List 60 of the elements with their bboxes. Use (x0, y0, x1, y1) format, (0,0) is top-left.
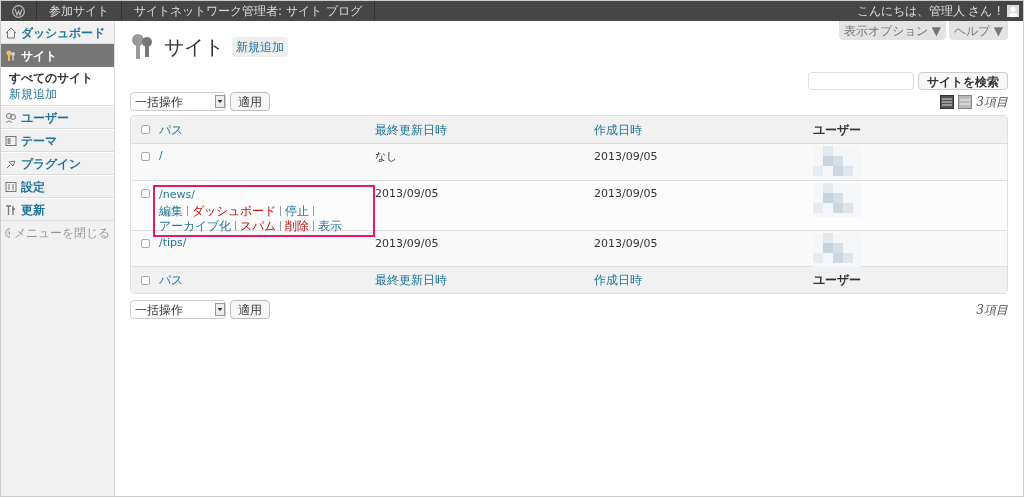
page-title: サイト (164, 34, 224, 61)
site-path-link[interactable]: /news/ (159, 187, 371, 204)
column-header: ユーザー (813, 122, 861, 137)
item-count: 3項目 (976, 93, 1008, 111)
row-action-link[interactable]: スパム (240, 218, 276, 234)
search-field[interactable] (808, 72, 914, 90)
table-cell: 2013/09/05 (375, 237, 439, 250)
column-header-link[interactable]: 作成日時 (594, 273, 642, 287)
people-icon (5, 111, 17, 124)
add-new-button[interactable]: 新規追加 (232, 37, 288, 57)
checkbox[interactable] (140, 275, 150, 285)
table-cell: なし (375, 150, 397, 163)
column-header-link[interactable]: 最終更新日時 (375, 273, 447, 287)
menu-item[interactable]: 更新 (1, 198, 114, 221)
row-action-link[interactable]: ダッシュボード (192, 203, 276, 219)
search-button[interactable]: サイトを検索 (918, 72, 1008, 90)
submenu-item[interactable]: すべてのサイト (1, 70, 114, 86)
checkbox[interactable] (140, 239, 150, 248)
logo-icon[interactable] (12, 4, 25, 18)
greeting-link[interactable]: こんにちは、管理人 さん ! (850, 2, 1007, 20)
screen-tab[interactable]: 表示オプション ▼ (838, 21, 946, 40)
checkbox[interactable] (140, 152, 150, 161)
table-cell: 2013/09/05 (594, 237, 658, 250)
table-cell: 2013/09/05 (594, 150, 658, 163)
row-action-link[interactable]: 表示 (318, 218, 342, 234)
table-cell: 2013/09/05 (375, 187, 439, 200)
admin-bar-link[interactable]: サイトネットワーク管理者: サイト ブログ (122, 1, 375, 21)
submenu-item[interactable]: 新規追加 (1, 86, 114, 102)
row-action-link[interactable]: 編集 (159, 203, 183, 219)
admin-bar-link[interactable]: 参加サイト (37, 1, 122, 21)
sliders-icon (5, 180, 17, 193)
menu-item[interactable]: ユーザー (1, 106, 114, 129)
screen-tab[interactable]: ヘルプ ▼ (948, 21, 1008, 40)
bulk-action-select[interactable]: 一括操作 (130, 300, 226, 319)
row-action-link[interactable]: 削除 (285, 218, 309, 234)
row-action-link[interactable]: アーカイブ化 (159, 218, 231, 234)
apply-button[interactable]: 適用 (230, 300, 270, 319)
site-path-link[interactable]: / (159, 148, 375, 165)
column-header-link[interactable]: パス (159, 273, 183, 287)
column-header-link[interactable]: 作成日時 (594, 122, 642, 137)
menu-item[interactable]: テーマ (1, 129, 114, 152)
column-header-link[interactable]: 最終更新日時 (375, 122, 447, 137)
list-view-icon[interactable] (940, 94, 955, 109)
avatar-icon[interactable] (1007, 5, 1019, 17)
house-icon (5, 26, 17, 39)
column-header: ユーザー (813, 273, 861, 287)
checkbox[interactable] (140, 125, 150, 134)
layout-icon (5, 134, 17, 147)
row-action-link[interactable]: 停止 (285, 203, 309, 219)
site-path-link[interactable]: /tips/ (159, 235, 375, 252)
menu-item[interactable]: プラグイン (1, 152, 114, 175)
checkbox[interactable] (140, 189, 150, 198)
bulk-action-select[interactable]: 一括操作 (130, 92, 226, 111)
table-cell: 2013/09/05 (594, 187, 658, 200)
column-header-link[interactable]: パス (159, 122, 183, 137)
tools-icon (5, 203, 17, 216)
item-count: 3項目 (976, 301, 1008, 319)
menu-item[interactable]: サイト (1, 44, 114, 67)
apply-button[interactable]: 適用 (230, 92, 270, 111)
menu-item[interactable]: 設定 (1, 175, 114, 198)
